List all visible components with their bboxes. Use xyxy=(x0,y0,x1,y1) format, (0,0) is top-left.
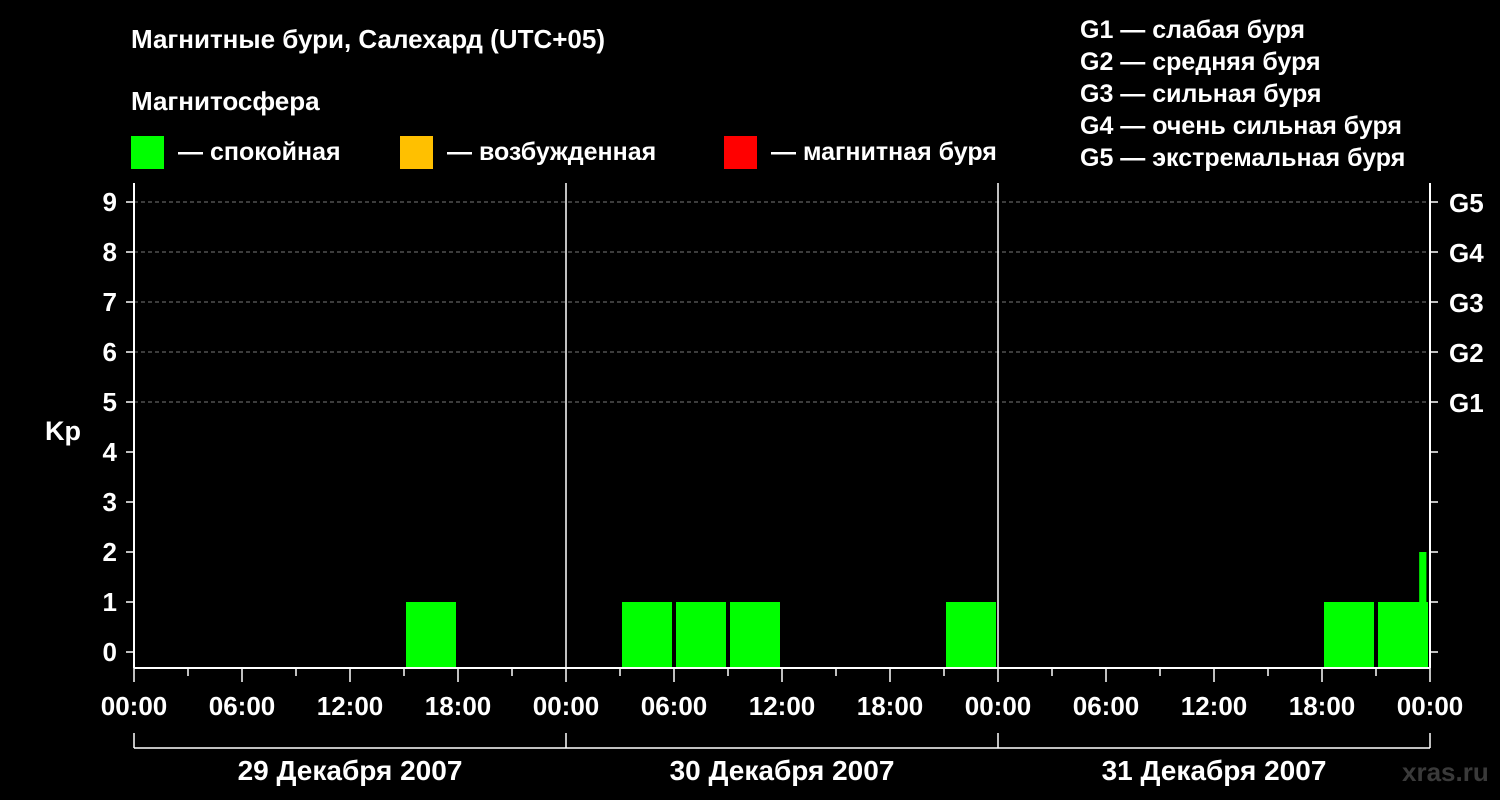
y-axis-label: Kp xyxy=(45,416,81,446)
g-level-label: G3 xyxy=(1449,288,1484,318)
y-tick-label: 7 xyxy=(103,287,117,317)
x-tick-label: 18:00 xyxy=(1289,691,1356,721)
watermark: xras.ru xyxy=(1402,757,1489,787)
y-tick-label: 9 xyxy=(103,187,117,217)
g-level-label: G4 xyxy=(1449,238,1484,268)
kp-chart: 0 1 2 3 4 5 6 7 8 9 Kp G1 G2 G3 G4 G5 00:00 06:00 12:00 18:… xyxy=(45,183,1484,786)
kp-bar xyxy=(622,602,672,668)
x-tick-label: 06:00 xyxy=(641,691,708,721)
x-tick-label: 12:00 xyxy=(1181,691,1248,721)
g-level-label: G2 xyxy=(1449,338,1484,368)
day-label: 31 Декабря 2007 xyxy=(1102,755,1327,786)
y-tick-label: 3 xyxy=(103,487,117,517)
y-tick-label: 8 xyxy=(103,237,117,267)
kp-bar xyxy=(676,602,726,668)
x-tick-label: 18:00 xyxy=(857,691,924,721)
x-tick-label: 12:00 xyxy=(749,691,816,721)
x-tick-label: 00:00 xyxy=(1397,691,1464,721)
y-tick-label: 1 xyxy=(103,587,117,617)
y-tick-label: 2 xyxy=(103,537,117,567)
x-tick-label: 00:00 xyxy=(101,691,168,721)
x-tick-label: 06:00 xyxy=(1073,691,1140,721)
x-tick-label: 18:00 xyxy=(425,691,492,721)
g-level-label: G1 xyxy=(1449,388,1484,418)
y-tick-label: 5 xyxy=(103,387,117,417)
kp-bar xyxy=(406,602,456,668)
x-tick-label: 06:00 xyxy=(209,691,276,721)
kp-bar-partial xyxy=(1419,552,1427,668)
g-level-label: G5 xyxy=(1449,188,1484,218)
y-tick-label: 6 xyxy=(103,337,117,367)
kp-bar xyxy=(1324,602,1374,668)
day-label: 30 Декабря 2007 xyxy=(670,755,895,786)
day-label: 29 Декабря 2007 xyxy=(238,755,463,786)
y-tick-label: 0 xyxy=(103,637,117,667)
x-tick-label: 00:00 xyxy=(533,691,600,721)
kp-bar xyxy=(730,602,780,668)
y-tick-label: 4 xyxy=(103,437,118,467)
kp-bar xyxy=(946,602,996,668)
x-tick-label: 12:00 xyxy=(317,691,384,721)
x-tick-label: 00:00 xyxy=(965,691,1032,721)
